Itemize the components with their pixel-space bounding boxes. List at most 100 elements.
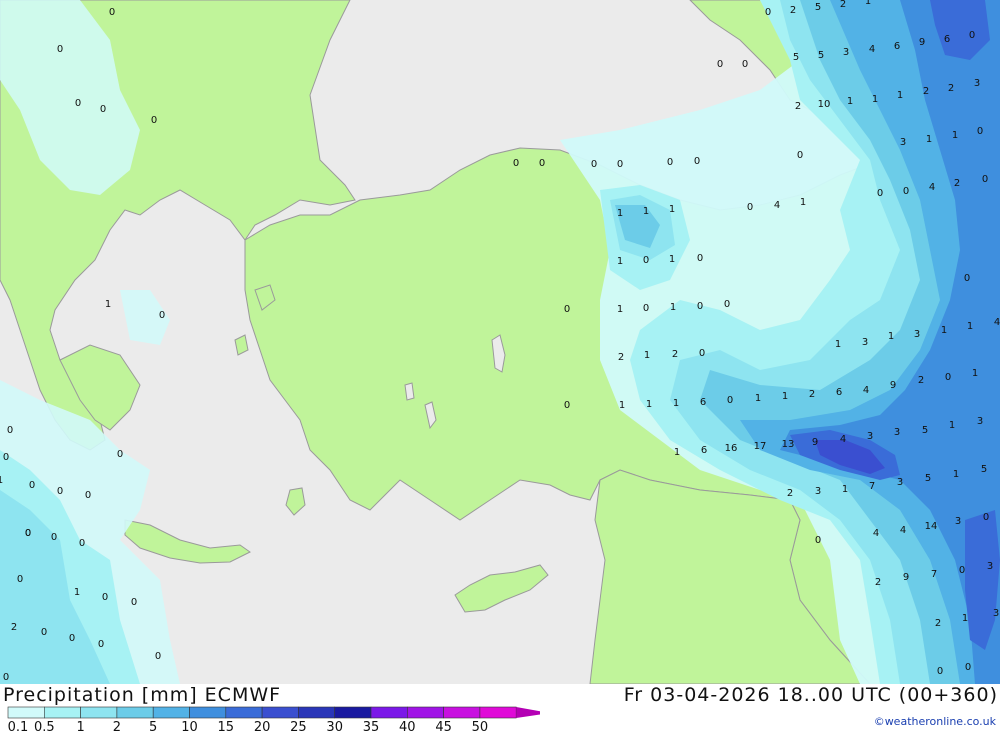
precip-value-label: 0 [41, 627, 47, 638]
precip-value-label: 0 [7, 425, 13, 436]
precip-value-label: 3 [974, 78, 980, 89]
legend-swatch [298, 706, 335, 719]
precip-value-label: 0 [98, 639, 104, 650]
precip-value-label: 3 [897, 477, 903, 488]
precip-value-label: 5 [922, 425, 928, 436]
precip-value-label: 6 [894, 41, 900, 52]
precip-value-label: 0 [877, 188, 883, 199]
precip-value-label: 1 [949, 420, 955, 431]
precip-value-label: 1 [105, 299, 111, 310]
precip-value-label: 4 [863, 385, 869, 396]
precip-value-label: 0 [151, 115, 157, 126]
precip-value-label: 2 [790, 5, 796, 16]
precip-value-label: 1 [872, 94, 878, 105]
legend-tick-label: 25 [290, 720, 307, 733]
legend-tick-label: 30 [326, 720, 343, 733]
precip-value-label: 0 [117, 449, 123, 460]
precip-value-label: 3 [900, 137, 906, 148]
precip-value-label: 3 [815, 486, 821, 497]
precip-value-label: 0 [982, 174, 988, 185]
precip-value-label: 7 [931, 569, 937, 580]
precip-value-label: 0 [591, 159, 597, 170]
precip-value-label: 0 [564, 304, 570, 315]
legend-tick-label: 20 [254, 720, 271, 733]
map-title: Precipitation [mm] ECMWF [3, 684, 282, 706]
precip-value-label: 0 [85, 490, 91, 501]
precip-value-label: 2 [618, 352, 624, 363]
precip-value-label: 4 [900, 525, 906, 536]
precip-value-label: 0 [959, 565, 965, 576]
precip-value-label: 6 [836, 387, 842, 398]
precip-value-label: 3 [914, 329, 920, 340]
legend-swatch [225, 706, 263, 719]
precip-value-label: 0 [667, 157, 673, 168]
precip-value-label: 0 [724, 299, 730, 310]
legend-tick-label: 40 [399, 720, 416, 733]
precip-value-label: 1 [941, 325, 947, 336]
legend-tick-label: 35 [363, 720, 380, 733]
precip-value-label: 0 [51, 532, 57, 543]
precipitation-map: 0 2 5 2 100 05 5 3 4 6 9 6 02 10 1 1 1 2 2 33 1 1 00 0 4 2 00 0 0 0 0 0… [0, 0, 1000, 684]
precip-value-label: 1 [643, 206, 649, 217]
precip-value-label: 0 [717, 59, 723, 70]
precip-value-label: 1 [670, 302, 676, 313]
precip-value-label: 5 [925, 473, 931, 484]
precip-value-label: 1 [953, 469, 959, 480]
precip-value-label: 0 [742, 59, 748, 70]
precip-value-label: 0 [17, 574, 23, 585]
precip-value-label: 1 [897, 90, 903, 101]
precip-value-label: 9 [890, 380, 896, 391]
precip-value-label: 0 [964, 273, 970, 284]
precip-value-label: 1 [0, 475, 3, 486]
precip-value-label: 1 [669, 254, 675, 265]
precip-value-label: 0 [539, 158, 545, 169]
precip-value-label: 1 [967, 321, 973, 332]
precip-value-label: 1 [800, 197, 806, 208]
precip-value-label: 1 [842, 484, 848, 495]
precip-value-label: 2 [11, 622, 17, 633]
precip-value-label: 0 [3, 672, 9, 683]
precip-value-label: 0 [903, 186, 909, 197]
precip-value-label: 2 [935, 618, 941, 629]
credit-link[interactable]: ©weatheronline.co.uk [874, 715, 996, 728]
precip-value-label: 1 [617, 208, 623, 219]
color-legend: 0.1 0.5 1 2 5 10 15 20 25 30 35 40 45 50 [8, 706, 540, 733]
precip-value-label: 3 [977, 416, 983, 427]
precip-value-label: 0 [25, 528, 31, 539]
precip-value-label: 0 [699, 348, 705, 359]
precip-value-label: 0 [102, 592, 108, 603]
precip-value-label: 1 [926, 134, 932, 145]
precip-value-label: 0 [513, 158, 519, 169]
precip-value-label: 16 [725, 443, 738, 454]
precip-value-label: 3 [843, 47, 849, 58]
precip-value-label: 0 [131, 597, 137, 608]
precip-value-label: 10 [818, 99, 831, 110]
precip-value-label: 1 [674, 447, 680, 458]
legend-arrow [516, 707, 540, 718]
precip-value-label: 1 [74, 587, 80, 598]
legend-swatch [479, 706, 517, 719]
precip-value-label: 0 [69, 633, 75, 644]
legend-tick-label: 0.1 [8, 720, 29, 733]
legend-swatch [116, 706, 154, 719]
precip-value-label: 0 [945, 372, 951, 383]
precip-value-label: 1 [847, 96, 853, 107]
precip-value-label: 4 [929, 182, 935, 193]
precip-value-label: 9 [812, 437, 818, 448]
precip-value-label: 3 [894, 427, 900, 438]
precip-value-label: 7 [869, 481, 875, 492]
precip-value-label: 0 [29, 480, 35, 491]
precip-value-label: 2 [787, 488, 793, 499]
precip-value-label: 0 [697, 253, 703, 264]
legend-tick-label: 50 [472, 720, 489, 733]
precip-value-label: 2 [672, 349, 678, 360]
precip-value-label: 3 [862, 337, 868, 348]
precip-value-label: 1 [888, 331, 894, 342]
precip-value-label: 0 [694, 156, 700, 167]
precip-value-label: 2 [809, 389, 815, 400]
precip-value-label: 4 [840, 434, 846, 445]
precip-value-label: 1 [962, 613, 968, 624]
valid-datetime: Fr 03-04-2026 18..00 UTC (00+360) [623, 684, 998, 706]
precip-value-label: 0 [3, 452, 9, 463]
precip-value-label: 14 [925, 521, 938, 532]
